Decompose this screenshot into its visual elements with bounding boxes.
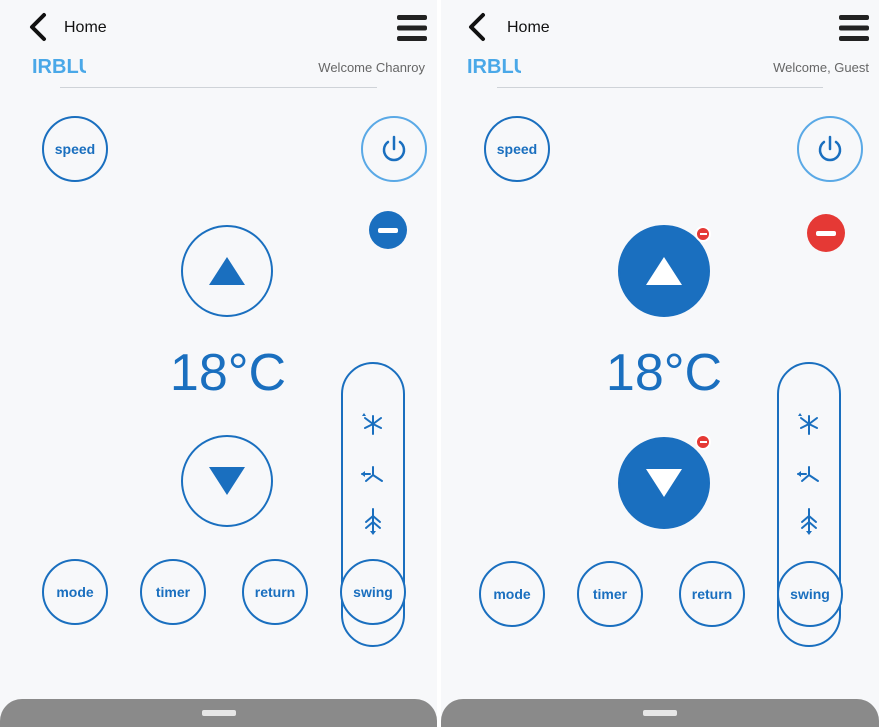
swing-button[interactable]: swing: [777, 561, 843, 627]
minus-icon: [816, 230, 836, 236]
minus-icon: [699, 441, 707, 443]
temp-down-button[interactable]: [618, 437, 710, 529]
speed-button[interactable]: speed: [42, 116, 108, 182]
up-arrow-icon: [646, 257, 682, 285]
timer-button[interactable]: timer: [140, 559, 206, 625]
speed-button[interactable]: speed: [484, 116, 550, 182]
mode-button[interactable]: mode: [42, 559, 108, 625]
home-title: Home: [507, 19, 550, 36]
swing-middle-icon[interactable]: [358, 459, 388, 489]
power-icon: [382, 135, 406, 162]
remove-badge[interactable]: [695, 226, 711, 242]
swing-up-icon[interactable]: [358, 410, 388, 440]
return-button[interactable]: return: [242, 559, 308, 625]
bottom-drawer[interactable]: [0, 699, 437, 727]
down-arrow-icon: [646, 469, 682, 497]
minus-icon: [378, 227, 398, 233]
swing-button[interactable]: swing: [340, 559, 406, 625]
timer-button[interactable]: timer: [577, 561, 643, 627]
mode-button[interactable]: mode: [479, 561, 545, 627]
svg-text:IRBLUE: IRBLUE: [32, 56, 86, 78]
minus-button[interactable]: [369, 211, 407, 249]
swing-middle-icon[interactable]: [794, 459, 824, 489]
welcome-text: Welcome, Guest: [773, 60, 869, 75]
hamburger-menu-icon[interactable]: [397, 14, 427, 42]
swing-down-icon[interactable]: [794, 506, 824, 536]
home-title: Home: [64, 19, 107, 36]
bottom-drawer[interactable]: [441, 699, 879, 727]
irblue-logo: IRBLUE: [32, 56, 86, 78]
up-arrow-icon: [209, 257, 245, 285]
header-divider: [497, 87, 823, 88]
remove-badge[interactable]: [695, 434, 711, 450]
screen-right: Home IRBLUE Welcome, Guest speed 18°C: [441, 0, 879, 727]
power-button[interactable]: [797, 116, 863, 182]
power-icon: [818, 135, 842, 162]
welcome-text: Welcome Chanroy: [318, 60, 425, 75]
minus-button[interactable]: [807, 214, 845, 252]
back-arrow-icon[interactable]: [26, 12, 50, 42]
irblue-logo: IRBLUE: [467, 56, 521, 78]
temperature-display: 18°C: [605, 344, 723, 402]
drawer-handle[interactable]: [201, 710, 236, 716]
screen-left: Home IRBLUE Welcome Chanroy speed 18°C: [0, 0, 437, 727]
svg-text:IRBLUE: IRBLUE: [467, 56, 521, 78]
hamburger-menu-icon[interactable]: [839, 14, 869, 42]
header-divider: [60, 87, 377, 88]
down-arrow-icon: [209, 467, 245, 495]
temperature-display: 18°C: [169, 344, 287, 402]
return-button[interactable]: return: [679, 561, 745, 627]
temp-down-button[interactable]: [181, 435, 273, 527]
back-arrow-icon[interactable]: [465, 12, 489, 42]
temp-up-button[interactable]: [181, 225, 273, 317]
swing-up-icon[interactable]: [794, 410, 824, 440]
minus-icon: [699, 233, 707, 235]
power-button[interactable]: [361, 116, 427, 182]
drawer-handle[interactable]: [643, 710, 677, 716]
swing-down-icon[interactable]: [358, 506, 388, 536]
